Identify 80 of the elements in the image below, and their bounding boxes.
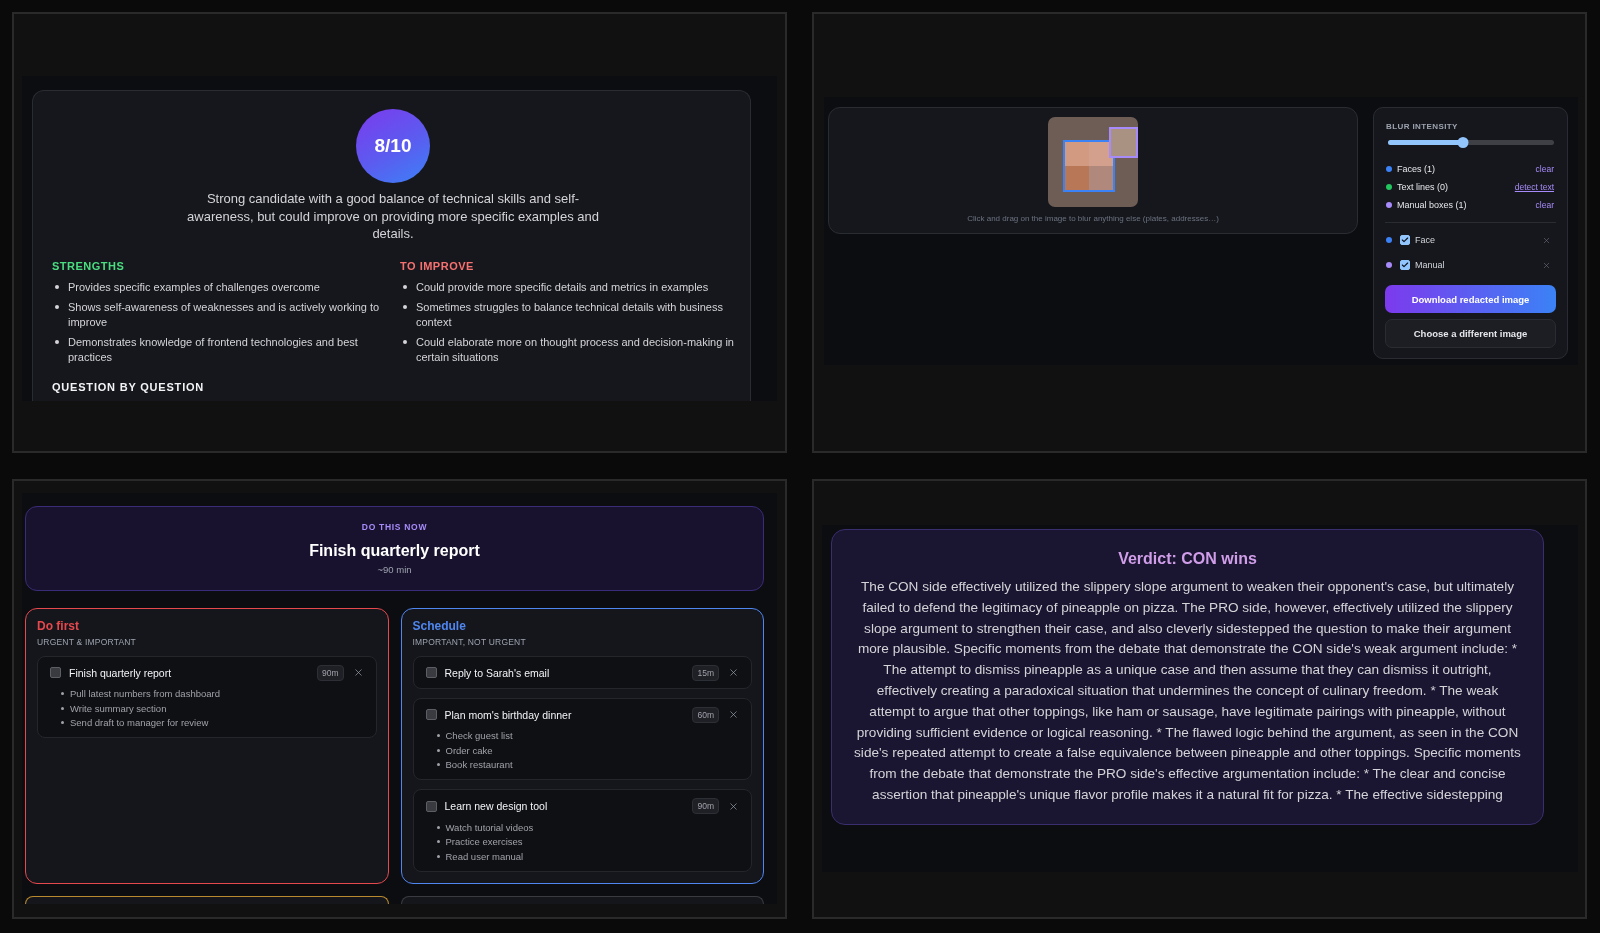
download-button[interactable]: Download redacted image (1385, 285, 1556, 313)
feedback-point: Could elaborate more on thought process and decision-making in certain situations (416, 334, 734, 365)
bullet-icon (403, 285, 407, 289)
section-heading: QUESTION BY QUESTION (52, 380, 205, 394)
task-title: Plan mom's birthday dinner (444, 708, 572, 721)
subtask-text: Check guest list (445, 730, 513, 742)
quadrant-subtitle: IMPORTANT, NOT URGENT (412, 636, 526, 648)
slider-thumb[interactable] (1457, 137, 1469, 148)
subtask-text: Read user manual (445, 850, 524, 862)
task-title: Finish quarterly report (69, 666, 172, 679)
feedback-point: Sometimes struggles to balance technical details with business context (416, 299, 724, 330)
verdict-title: Verdict: CON wins (1118, 549, 1257, 569)
bullet-icon (436, 825, 440, 829)
subtask-text: Practice exercises (445, 836, 523, 848)
close-icon[interactable] (728, 800, 739, 812)
feedback-point: Could provide more specific details and metrics in examples (416, 279, 709, 295)
blur-region[interactable] (1063, 140, 1115, 192)
focus-duration: ~90 min (377, 563, 412, 576)
section-heading: STRENGTHS (52, 259, 125, 273)
close-icon[interactable] (1542, 260, 1551, 270)
count-label: Text lines (0) (1397, 182, 1449, 192)
feedback-point: Provides specific examples of challenges overcome (68, 279, 320, 295)
subtask-text: Send draft to manager for review (70, 717, 209, 729)
count-label: Faces (1) (1397, 164, 1435, 174)
bullet-icon (436, 763, 440, 767)
section-heading: TO IMPROVE (400, 259, 474, 273)
close-icon[interactable] (1542, 235, 1551, 245)
focus-eyebrow: DO THIS NOW (361, 521, 428, 533)
close-icon[interactable] (728, 667, 739, 678)
duration-badge: 15m (692, 664, 719, 681)
duration-badge: 90m (316, 664, 344, 681)
count-label: Manual boxes (1) (1397, 200, 1467, 210)
bullet-icon (436, 748, 440, 752)
checkbox[interactable] (425, 800, 437, 812)
feedback-point: Shows self-awareness of weaknesses and is actively working to improve (68, 299, 381, 330)
subtask-text: Order cake (445, 744, 493, 756)
subtask-text: Watch tutorial videos (445, 821, 534, 833)
checkbox[interactable] (425, 667, 437, 678)
quadrant-subtitle: URGENT & IMPORTANT (37, 636, 136, 648)
subtask-text: Book restaurant (445, 759, 513, 771)
bullet-icon (61, 706, 64, 710)
bullet-icon (61, 692, 64, 696)
quadrant-title: Schedule (412, 618, 466, 634)
action-link[interactable]: clear (1535, 200, 1554, 210)
region-label: Face (1415, 235, 1435, 245)
choose-image-button[interactable]: Choose a different image (1385, 319, 1556, 348)
verdict-text: The CON side effectively utilized the slippery slope argument to weaken their opponent's case, but ultimately failed to defend the legitimacy of pineapple on pizza. The PRO side, however, effectively utilized the slippery slope argument to strengthen their case, and also cleverly sidestepped the question to make their argument more plausible. Specific moments from the debate that demonstrate the CON side's weak argument include: * The attempt to dismiss pineapple as a unique case and then assume that they can dismiss it outright, effectively creating a paradoxical situation that undermines the concept of culinary freedom. * The weak attempt to argue that other toppings, like ham or sausage, have legitimate pairings with pineapple, without providing sufficient evidence or logical reasoning. * The flawed logic behind the argument, as seen in the CON side's repeated attempt to create a false equivalence between pineapple and other toppings. Specific moments from the debate that demonstrate the PRO side's effective argumentation include: * The clear and concise assertion that pineapple's unique flavor profile makes it a natural fit for pizza. * The effective sidestepping (854, 578, 1521, 804)
hint-text: Click and drag on the image to blur anything else (plates, addresses…) (967, 214, 1219, 224)
close-icon[interactable] (728, 709, 739, 720)
bullet-icon (55, 305, 59, 309)
bullet-icon (55, 340, 59, 344)
duration-badge: 90m (692, 798, 719, 814)
checkbox[interactable] (1400, 260, 1410, 270)
photo-placeholder[interactable] (1048, 117, 1138, 207)
checkbox[interactable] (1400, 235, 1410, 245)
bullet-icon (55, 285, 59, 289)
score-badge: 8/10 (356, 109, 430, 183)
focus-title: Finish quarterly report (309, 540, 480, 561)
summary-text: Strong candidate with a good balance of technical skills and self-awareness, but could improve on providing more specific examples and details. (186, 190, 600, 243)
task-title: Reply to Sarah's email (444, 666, 550, 679)
duration-badge: 60m (692, 706, 719, 723)
quadrant-title: Do first (37, 618, 79, 634)
action-link[interactable]: clear (1535, 164, 1554, 174)
checkbox[interactable] (425, 709, 437, 720)
feedback-point: Demonstrates knowledge of frontend technologies and best practices (68, 334, 359, 365)
task-title: Learn new design tool (444, 800, 548, 812)
subtask-text: Pull latest numbers from dashboard (70, 688, 220, 700)
subtask-text: Write summary section (70, 702, 167, 714)
region-label: Manual (1415, 260, 1445, 270)
bullet-icon (436, 840, 440, 844)
action-link[interactable]: detect text (1514, 182, 1554, 192)
bullet-icon (403, 305, 407, 309)
close-icon[interactable] (352, 667, 364, 678)
slider-track[interactable] (1388, 137, 1554, 148)
bullet-icon (403, 340, 407, 344)
slider-label: BLUR INTENSITY (1386, 121, 1458, 132)
checkbox[interactable] (50, 667, 61, 678)
bullet-icon (436, 854, 440, 858)
bullet-icon (436, 734, 440, 738)
bullet-icon (61, 721, 64, 725)
